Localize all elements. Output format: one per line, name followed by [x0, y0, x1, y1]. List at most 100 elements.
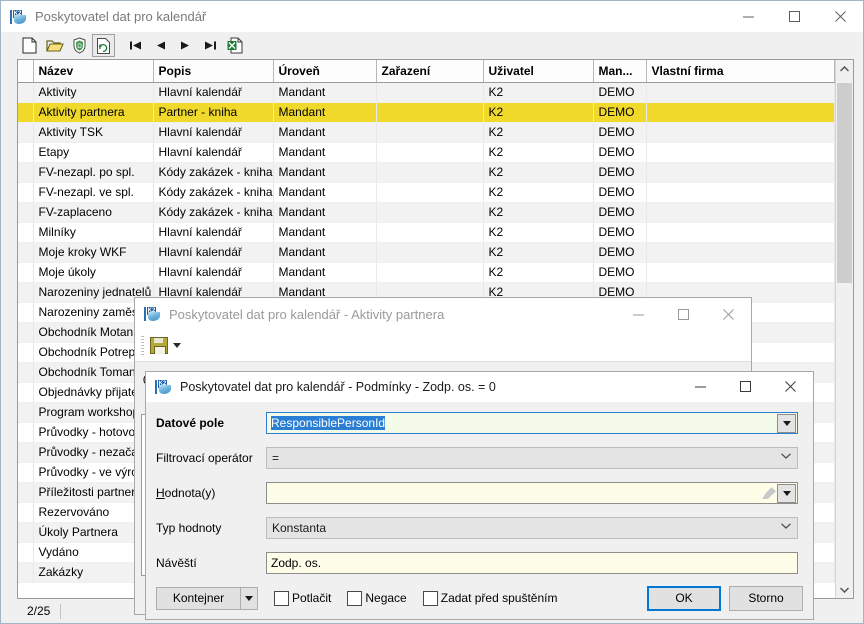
cell-nazev[interactable]: Etapy [33, 142, 154, 163]
cell-man[interactable]: DEMO [593, 102, 647, 123]
cell-firma[interactable] [646, 142, 835, 163]
datove-pole-input[interactable]: ResponsiblePersonId [266, 412, 798, 434]
column-header-zarazeni[interactable]: Zařazení [376, 60, 484, 83]
column-header-uzivatel[interactable]: Uživatel [483, 60, 594, 83]
first-record-icon[interactable] [123, 34, 148, 57]
kontejner-dropdown-icon[interactable] [241, 586, 258, 610]
typ-hodnoty-select[interactable]: Konstanta [266, 517, 798, 539]
previous-record-icon[interactable] [148, 34, 173, 57]
cell-uroven[interactable]: Mandant [273, 82, 377, 103]
cell-popis[interactable]: Hlavní kalendář [153, 82, 274, 103]
column-header-uroven[interactable]: Úroveň [273, 60, 377, 83]
table-row[interactable]: Moje kroky WKF Hlavní kalendář Mandant K2 DE… [18, 242, 835, 263]
cell-popis[interactable]: Kódy zakázek - kniha [153, 182, 274, 203]
cell-uroven[interactable]: Mandant [273, 102, 377, 123]
column-header-nazev[interactable]: Název [33, 60, 154, 83]
cell-popis[interactable]: Hlavní kalendář [153, 122, 274, 143]
cell-firma[interactable] [646, 222, 835, 243]
cell-firma[interactable] [646, 202, 835, 223]
cell-popis[interactable]: Kódy zakázek - kniha [153, 162, 274, 183]
cell-uroven[interactable]: Mandant [273, 142, 377, 163]
filtrovaci-operator-chevron-down-icon[interactable] [781, 451, 791, 462]
close-icon[interactable] [817, 1, 863, 32]
row-handle[interactable] [18, 422, 34, 443]
cell-zarazeni[interactable] [376, 82, 484, 103]
table-row[interactable]: Moje úkoly Hlavní kalendář Mandant K2 DEMO [18, 262, 835, 283]
next-record-icon[interactable] [173, 34, 198, 57]
cell-zarazeni[interactable] [376, 142, 484, 163]
cell-zarazeni[interactable] [376, 262, 484, 283]
row-handle[interactable] [18, 502, 34, 523]
cell-nazev[interactable]: Aktivity TSK [33, 122, 154, 143]
checkbox-negace[interactable]: Negace [347, 590, 407, 606]
table-row[interactable]: FV-nezapl. po spl. Kódy zakázek - kniha Ma… [18, 162, 835, 183]
maximize-icon[interactable] [723, 372, 768, 402]
cell-zarazeni[interactable] [376, 222, 484, 243]
row-handle[interactable] [18, 362, 34, 383]
maximize-icon[interactable] [661, 299, 706, 331]
cell-uzivatel[interactable]: K2 [483, 142, 594, 163]
checkbox-zadat-pred-spustenim[interactable]: Zadat před spuštěním [422, 590, 557, 606]
cell-popis[interactable]: Hlavní kalendář [153, 222, 274, 243]
row-handle[interactable] [18, 82, 34, 103]
cell-uroven[interactable]: Mandant [273, 262, 377, 283]
cell-uzivatel[interactable]: K2 [483, 102, 594, 123]
cell-zarazeni[interactable] [376, 102, 484, 123]
cell-man[interactable]: DEMO [593, 142, 647, 163]
row-handle[interactable] [18, 462, 34, 483]
column-header-man[interactable]: Man... [593, 60, 647, 83]
cell-popis[interactable]: Kódy zakázek - kniha [153, 202, 274, 223]
row-handle[interactable] [18, 322, 34, 343]
row-handle[interactable] [18, 342, 34, 363]
row-handle[interactable] [18, 382, 34, 403]
row-handle[interactable] [18, 402, 34, 423]
toolbar-grip[interactable] [141, 336, 144, 355]
storno-button[interactable]: Storno [729, 585, 803, 611]
row-handle[interactable]: I [18, 102, 34, 123]
save-icon[interactable] [150, 337, 168, 354]
kontejner-button[interactable]: Kontejner [156, 586, 241, 610]
cell-man[interactable]: DEMO [593, 202, 647, 223]
row-handle[interactable] [18, 162, 34, 183]
cell-nazev[interactable]: Aktivity partnera [33, 102, 154, 123]
export-excel-icon[interactable] [223, 34, 248, 57]
table-row[interactable]: IAktivity partneraPartner - knihaMandant… [18, 102, 835, 123]
cell-firma[interactable] [646, 102, 835, 123]
cell-uzivatel[interactable]: K2 [483, 262, 594, 283]
cell-man[interactable]: DEMO [593, 182, 647, 203]
new-icon[interactable] [17, 34, 42, 57]
cell-firma[interactable] [646, 262, 835, 283]
cell-firma[interactable] [646, 82, 835, 103]
open-folder-icon[interactable] [42, 34, 67, 57]
cell-nazev[interactable]: FV-nezapl. ve spl. [33, 182, 154, 203]
checkbox-zadat-pred-spustenim-box[interactable] [422, 590, 438, 606]
row-handle[interactable] [18, 222, 34, 243]
cell-nazev[interactable]: Moje úkoly [33, 262, 154, 283]
cell-zarazeni[interactable] [376, 202, 484, 223]
cell-uzivatel[interactable]: K2 [483, 162, 594, 183]
checkbox-negace-box[interactable] [347, 590, 363, 606]
scroll-down-icon[interactable] [836, 581, 853, 598]
cell-firma[interactable] [646, 242, 835, 263]
cell-uzivatel[interactable]: K2 [483, 122, 594, 143]
column-header-popis[interactable]: Popis [153, 60, 274, 83]
refresh-page-icon[interactable] [92, 34, 115, 57]
cell-man[interactable]: DEMO [593, 262, 647, 283]
cell-popis[interactable]: Hlavní kalendář [153, 142, 274, 163]
cell-uroven[interactable]: Mandant [273, 122, 377, 143]
row-handle[interactable] [18, 282, 34, 303]
cell-nazev[interactable]: Moje kroky WKF [33, 242, 154, 263]
cell-nazev[interactable]: FV-nezapl. po spl. [33, 162, 154, 183]
row-handle[interactable] [18, 562, 34, 583]
save-dropdown-icon[interactable] [170, 337, 184, 354]
row-handle[interactable] [18, 482, 34, 503]
row-handle[interactable] [18, 182, 34, 203]
row-handle[interactable] [18, 242, 34, 263]
row-handle[interactable] [18, 302, 34, 323]
cell-man[interactable]: DEMO [593, 122, 647, 143]
cell-uzivatel[interactable]: K2 [483, 82, 594, 103]
cell-uzivatel[interactable]: K2 [483, 202, 594, 223]
cell-uzivatel[interactable]: K2 [483, 242, 594, 263]
table-row[interactable]: Aktivity Hlavní kalendář Mandant K2 DEMO [18, 82, 835, 103]
typ-hodnoty-chevron-down-icon[interactable] [781, 521, 791, 532]
